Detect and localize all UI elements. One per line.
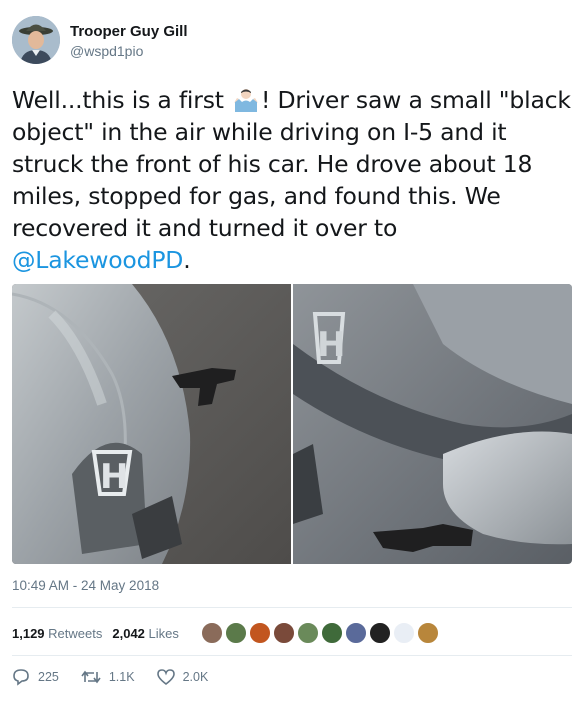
tweet-header: Trooper Guy Gill @wspd1pio xyxy=(12,16,188,64)
likes-count: 2,042 xyxy=(112,625,145,641)
retweet-count: 1.1K xyxy=(108,670,135,684)
tweet-text-part: . xyxy=(183,246,191,274)
mention-link[interactable]: @LakewoodPD xyxy=(12,246,183,274)
display-name[interactable]: Trooper Guy Gill xyxy=(70,22,188,42)
liker-avatar[interactable] xyxy=(416,622,439,644)
engagement-stats: 1,129 Retweets 2,042 Likes xyxy=(12,618,441,648)
retweet-button[interactable]: 1.1K xyxy=(81,668,135,686)
svg-text:H: H xyxy=(317,325,345,365)
liker-avatar[interactable] xyxy=(368,622,391,644)
heart-icon xyxy=(156,669,175,686)
divider xyxy=(12,655,572,656)
tweet-timestamp[interactable]: 10:49 AM - 24 May 2018 xyxy=(12,578,159,593)
svg-text:H: H xyxy=(100,457,128,497)
liker-avatar[interactable] xyxy=(248,622,271,644)
photo-car-headlight[interactable]: H xyxy=(293,284,572,564)
user-handle[interactable]: @wspd1pio xyxy=(70,42,188,60)
liker-avatar[interactable] xyxy=(272,622,295,644)
retweets-stat[interactable]: 1,129 Retweets xyxy=(12,626,102,641)
like-button[interactable]: 2.0K xyxy=(156,668,209,686)
liker-avatar[interactable] xyxy=(224,622,247,644)
divider xyxy=(12,607,572,608)
tweet-actions: 225 1.1K 2.0K xyxy=(12,668,230,686)
user-names: Trooper Guy Gill @wspd1pio xyxy=(70,20,188,60)
reply-icon xyxy=(13,669,29,686)
tweet-text-part: Well...this is a first xyxy=(12,86,232,114)
reply-button[interactable]: 225 xyxy=(12,668,59,686)
like-count: 2.0K xyxy=(182,670,209,684)
avatar[interactable] xyxy=(12,16,60,64)
likes-stat[interactable]: 2,042 Likes xyxy=(112,626,179,641)
tweet-card: Trooper Guy Gill @wspd1pio Well...this i… xyxy=(0,0,584,704)
retweets-count: 1,129 xyxy=(12,625,45,641)
liker-avatar[interactable] xyxy=(320,622,343,644)
man-shrugging-icon xyxy=(233,86,259,112)
liker-avatar[interactable] xyxy=(200,622,223,644)
reply-count: 225 xyxy=(38,670,59,684)
liker-avatar[interactable] xyxy=(344,622,367,644)
media-grid: H H xyxy=(12,284,572,564)
liker-avatar[interactable] xyxy=(296,622,319,644)
photo-car-front-left[interactable]: H xyxy=(12,284,291,564)
liker-avatar[interactable] xyxy=(392,622,415,644)
retweets-label: Retweets xyxy=(48,625,103,641)
retweet-icon xyxy=(81,670,101,684)
likes-label: Likes xyxy=(148,625,179,641)
liker-avatars xyxy=(200,622,441,644)
tweet-text: Well...this is a first ! Driver saw a sm… xyxy=(12,84,574,276)
